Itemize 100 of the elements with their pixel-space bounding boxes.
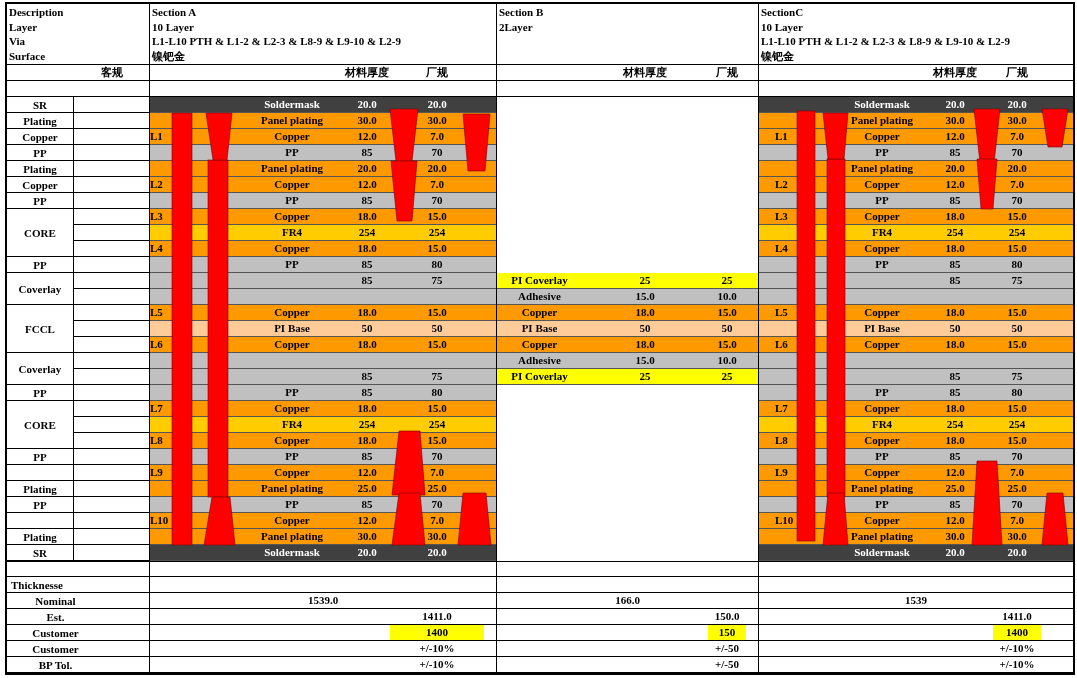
factory-value: 75: [430, 369, 444, 384]
material-label: Copper: [273, 129, 311, 144]
thickness-value: 30.0: [944, 529, 966, 544]
summary-value: +/-10%: [998, 641, 1036, 656]
stack-label: Copper: [22, 130, 58, 143]
material-label: Panel plating: [849, 113, 914, 128]
column-heading: 厂规: [715, 65, 739, 80]
factory-value: 7.0: [1009, 177, 1025, 192]
material-label: Soldermask: [263, 97, 321, 112]
factory-value: 25.0: [426, 481, 448, 496]
layer-label: L2: [775, 177, 789, 192]
section-title: SectionC: [761, 5, 805, 20]
thickness-value: 18.0: [944, 401, 966, 416]
stack-label: SR: [32, 546, 48, 559]
via-hole: [1041, 492, 1069, 546]
material-label: PP: [874, 145, 890, 160]
material-label: Panel plating: [259, 481, 324, 496]
total-value: 1539.0: [306, 593, 340, 608]
column-heading: 材料厚度: [622, 65, 668, 80]
material-label: Panel plating: [259, 113, 324, 128]
material-label: Copper: [863, 465, 901, 480]
thickness-value: 18.0: [634, 305, 656, 320]
summary-value: 1411.0: [1001, 609, 1033, 624]
layer-label: L3: [150, 209, 164, 224]
material-label: Copper: [273, 513, 311, 528]
via-hole: [457, 492, 492, 546]
factory-value: 20.0: [426, 545, 448, 560]
thickness-value: 12.0: [944, 177, 966, 192]
stack-label: FCCL: [25, 322, 55, 335]
material-label: PP: [874, 193, 890, 208]
summary-value: +/-10%: [418, 657, 456, 672]
summary-label: BP Tol.: [38, 658, 73, 671]
material-label: PI Base: [863, 321, 901, 336]
factory-value: 20.0: [1006, 161, 1028, 176]
thickness-value: 18.0: [944, 305, 966, 320]
factory-value: 30.0: [1006, 529, 1028, 544]
summary-value: 150: [708, 625, 746, 640]
material-label: Copper: [273, 241, 311, 256]
thickness-value: 12.0: [356, 465, 378, 480]
thickness-value: 85: [360, 385, 374, 400]
factory-value: 254: [1007, 417, 1027, 432]
thickness-value: 20.0: [944, 97, 966, 112]
row-heading: Description: [9, 5, 65, 20]
factory-value: 75: [1010, 369, 1024, 384]
via-hole: [391, 430, 426, 496]
thickness-value: 18.0: [944, 209, 966, 224]
thickness-value: 254: [357, 417, 377, 432]
material-label: PP: [284, 257, 300, 272]
factory-value: 30.0: [426, 529, 448, 544]
factory-value: 30.0: [426, 113, 448, 128]
row-heading: Via: [9, 34, 27, 49]
material-label: Adhesive: [517, 353, 562, 368]
material-label: Copper: [273, 465, 311, 480]
factory-value: 15.0: [1006, 241, 1028, 256]
material-label: Panel plating: [849, 161, 914, 176]
factory-value: 15.0: [426, 209, 448, 224]
thickness-value: 12.0: [944, 129, 966, 144]
material-label: Copper: [863, 433, 901, 448]
factory-value: 20.0: [1006, 545, 1028, 560]
factory-value: 70: [1010, 449, 1024, 464]
thickness-value: 18.0: [944, 433, 966, 448]
material-label: Panel plating: [849, 529, 914, 544]
material-label: Copper: [863, 129, 901, 144]
layer-label: L8: [775, 433, 789, 448]
summary-label: Thicknesse: [11, 578, 63, 591]
thickness-value: 85: [360, 273, 374, 288]
layer-label: L6: [150, 337, 164, 352]
layer-count: 2Layer: [499, 19, 534, 34]
factory-value: 70: [430, 449, 444, 464]
layer-count: 10 Layer: [152, 19, 195, 34]
factory-value: 70: [430, 145, 444, 160]
factory-value: 50: [1010, 321, 1024, 336]
thickness-value: 30.0: [356, 529, 378, 544]
factory-value: 7.0: [1009, 513, 1025, 528]
thickness-value: 50: [638, 321, 652, 336]
material-label: Copper: [520, 305, 559, 320]
layer-label: L7: [150, 401, 164, 416]
material-label: Copper: [273, 337, 311, 352]
factory-value: 70: [1010, 497, 1024, 512]
thickness-value: 20.0: [356, 97, 378, 112]
via-hole: [976, 158, 998, 210]
factory-value: 7.0: [429, 177, 445, 192]
via-hole: [389, 108, 419, 162]
material-label: Copper: [273, 177, 311, 192]
stack-label: PP: [33, 386, 47, 399]
factory-value: 15.0: [1006, 433, 1028, 448]
material-label: PP: [874, 449, 890, 464]
factory-value: 15.0: [1006, 401, 1028, 416]
surface-finish: 镍钯金: [761, 48, 795, 63]
summary-value: +/-50: [714, 657, 740, 672]
thickness-value: 20.0: [944, 161, 966, 176]
thickness-value: 12.0: [356, 129, 378, 144]
material-label: Copper: [520, 337, 559, 352]
material-label: PI Coverlay: [510, 369, 569, 384]
stack-label: CORE: [24, 418, 56, 431]
column-heading: 厂规: [425, 65, 449, 80]
factory-value: 15.0: [426, 241, 448, 256]
stack-label: Plating: [23, 114, 57, 127]
layer-label: L10: [150, 513, 170, 528]
layer-label: L2: [150, 177, 164, 192]
